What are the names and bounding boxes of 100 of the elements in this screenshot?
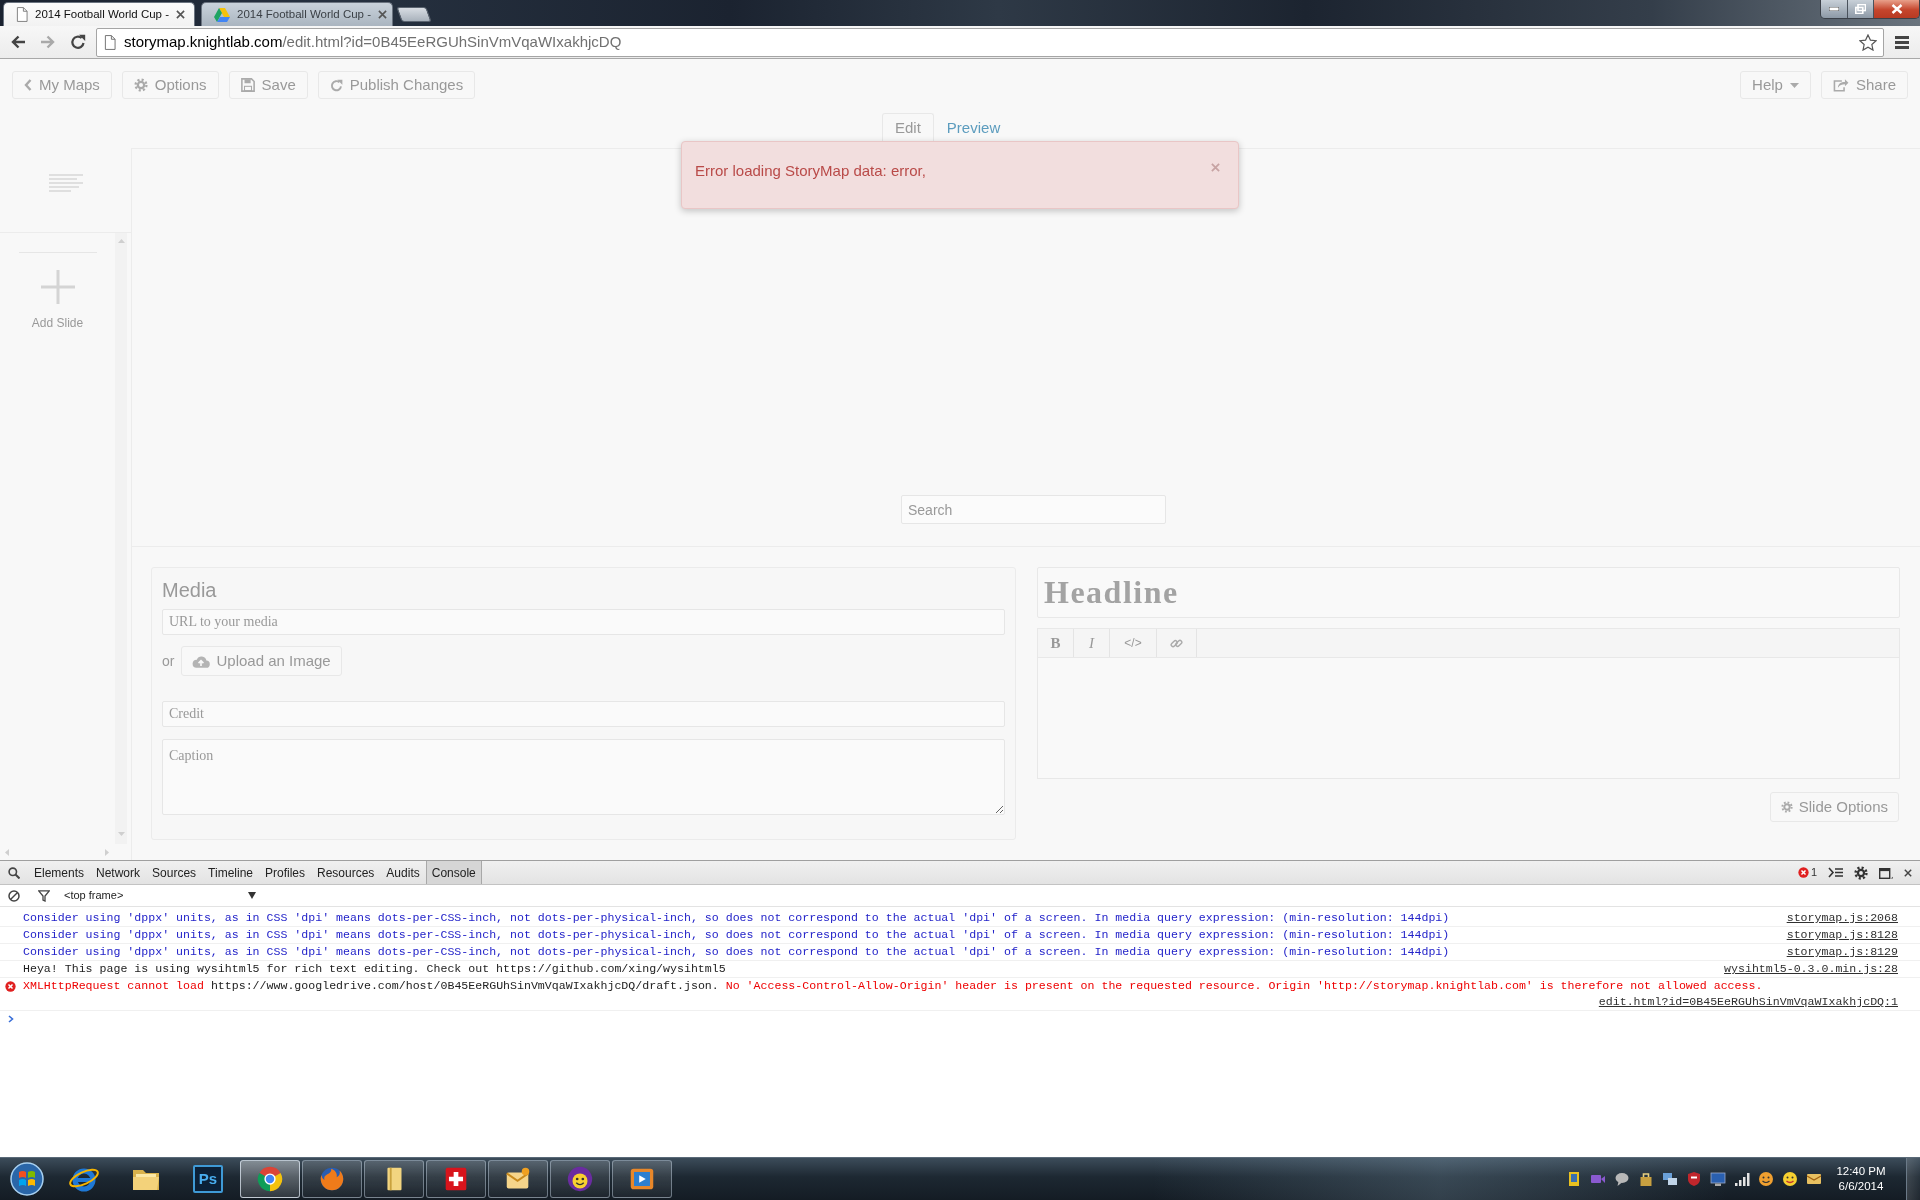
refresh-icon <box>329 78 343 92</box>
taskbar-button[interactable] <box>488 1160 548 1198</box>
no-entry-icon <box>8 889 20 902</box>
console-link[interactable]: https://www.googledrive.com/host/0B45EeRGUhSinVmVqaWIxakhjcDQ/draft.json. <box>210 979 719 992</box>
devtools-tab[interactable]: Timeline <box>202 861 259 884</box>
filter-button[interactable] <box>38 889 50 902</box>
address-bar[interactable]: storymap.knightlab.com/edit.html?id=0B45EeRGUhSinVmVqaWIxakhjcDQ <box>96 27 1884 57</box>
devtools-tab[interactable]: Audits <box>380 861 426 884</box>
bag-icon[interactable] <box>1638 1171 1654 1187</box>
clock-time[interactable]: 12:40 PM <box>1836 1164 1886 1179</box>
source-link[interactable]: wysihtml5-0.3.0.min.js:28 <box>1724 961 1898 977</box>
card-icon[interactable] <box>1806 1171 1822 1187</box>
logo-tile: Ps <box>193 1165 223 1193</box>
shield-icon[interactable] <box>1686 1171 1702 1187</box>
devtools-tab[interactable]: Elements <box>28 861 91 884</box>
console-message: XMLHttpRequest cannot load https://www.googledrive.com/host/0B45EeRGUhSinVmVqaWIxakhjcDQ/draft.json. No 'Access-Control-Allow-Origin' header is present on the requested resource. Origin 'http://storymap.knightlab.com' is therefore not allowed access. <box>23 978 1763 994</box>
computers-icon[interactable] <box>1662 1171 1678 1187</box>
settings-button[interactable] <box>1854 865 1868 880</box>
chevron-left-icon <box>24 79 32 91</box>
reload-icon <box>70 34 86 50</box>
triangle-logo-icon <box>214 7 230 22</box>
cloud-upload-icon <box>192 654 211 668</box>
badge-icon[interactable] <box>1566 1171 1582 1187</box>
new-tab-button[interactable] <box>396 7 432 22</box>
taskbar-button[interactable] <box>426 1160 486 1198</box>
source-link[interactable]: edit.html?id=0B45EeRGUhSinVmVqaWIxakhjcDQ:1 <box>1598 994 1898 1010</box>
minimize-icon <box>1829 7 1839 11</box>
credit-field[interactable]: Credit <box>162 701 1005 727</box>
close-icon[interactable] <box>176 10 186 19</box>
gear-icon <box>1780 801 1793 813</box>
caret-icon <box>248 892 256 899</box>
star-icon[interactable] <box>1859 33 1877 51</box>
close-icon <box>1904 868 1912 877</box>
chat-bubble-icon[interactable] <box>1614 1171 1630 1187</box>
scrollbar[interactable] <box>115 233 127 844</box>
scroll-down-arrow-icon <box>117 832 125 836</box>
search-icon <box>8 866 20 879</box>
devtools-tab[interactable]: Console <box>425 861 482 884</box>
headline-field[interactable]: Headline <box>1037 567 1900 618</box>
minimize-button[interactable] <box>1821 0 1848 18</box>
back-arrow-icon <box>10 34 26 50</box>
taskbar-button[interactable]: Ps <box>178 1160 238 1198</box>
circle-logo-icon <box>255 1164 285 1194</box>
devtools-tab[interactable]: Network <box>90 861 147 884</box>
url-text: storymap.knightlab.com/edit.html?id=0B45EeRGUhSinVmVqaWIxakhjcDQ <box>124 31 623 52</box>
caret-icon <box>1789 82 1799 88</box>
monitor-icon[interactable] <box>1710 1171 1726 1187</box>
dock-button[interactable] <box>1879 866 1893 879</box>
start-orb-icon <box>10 1162 44 1196</box>
close-button[interactable] <box>1904 868 1912 877</box>
error-icon <box>1797 867 1809 878</box>
taskbar-button[interactable] <box>240 1160 300 1198</box>
console-message: Consider using 'dppx' units, as in CSS 'dpi' means dots-per-CSS-inch, not dots-per-physical-inch, so does not correspond to the actual 'dpi' of a screen. In media query expression: (min-resolution: 144dpi) <box>23 927 1450 943</box>
taskbar-button[interactable] <box>612 1160 672 1198</box>
devtools-tab[interactable]: Profiles <box>259 861 311 884</box>
browser-tab[interactable]: 2014 Football World Cup - <box>201 2 393 26</box>
drawer-button[interactable] <box>1828 867 1843 878</box>
plus-icon <box>40 270 75 304</box>
clock-date[interactable]: 6/6/2014 <box>1838 1179 1884 1194</box>
source-link[interactable]: storymap.js:8129 <box>1786 944 1898 960</box>
scroll-up-arrow-icon <box>117 239 125 243</box>
restore-button[interactable] <box>1848 0 1874 18</box>
panel-title: Media <box>162 578 218 603</box>
taskbar-button[interactable] <box>364 1160 424 1198</box>
url-field[interactable]: URL to your media <box>162 609 1005 635</box>
source-link[interactable]: storymap.js:2068 <box>1786 910 1898 926</box>
prompt-icon <box>8 1015 14 1023</box>
dock-icon <box>1879 866 1893 879</box>
page-icon <box>104 34 116 50</box>
devtools-tab[interactable]: Resources <box>311 861 381 884</box>
search-field[interactable]: Search <box>901 495 1166 524</box>
caption-field[interactable]: Caption <box>162 739 1005 815</box>
console-message: Consider using 'dppx' units, as in CSS 'dpi' means dots-per-CSS-inch, not dots-per-physical-inch, so does not correspond to the actual 'dpi' of a screen. In media query expression: (min-resolution: 144dpi) <box>23 944 1450 960</box>
clear-console-button[interactable] <box>8 889 20 902</box>
close-icon[interactable] <box>378 10 388 19</box>
gear-icon <box>133 78 148 92</box>
browser-tab[interactable]: 2014 Football World Cup - <box>3 2 195 26</box>
or-text: or <box>162 651 175 671</box>
share-icon <box>1832 78 1849 92</box>
show-desktop-button[interactable] <box>1906 1158 1920 1200</box>
close-icon <box>1890 4 1903 14</box>
taskbar-button[interactable] <box>550 1160 610 1198</box>
close-icon <box>1211 163 1220 172</box>
close-button[interactable] <box>1874 0 1919 18</box>
restore-icon <box>1855 4 1866 14</box>
prompt-lines-icon <box>1828 867 1843 878</box>
devtools-tab[interactable]: Sources <box>146 861 203 884</box>
context-dropdown[interactable]: <top frame> <box>62 887 258 904</box>
error-count[interactable]: 1 <box>1797 864 1817 881</box>
error-icon <box>5 981 16 992</box>
text-lines-icon <box>48 174 83 194</box>
smiley-icon[interactable] <box>1758 1171 1774 1187</box>
forward-arrow-icon <box>40 34 56 50</box>
filter-icon <box>38 889 50 902</box>
settings-icon <box>1854 865 1868 880</box>
smiley-icon[interactable] <box>1782 1171 1798 1187</box>
console-message: Heya! This page is using wysihtml5 for rich text editing. Check out https://github.com/xing/wysihtml5 <box>23 961 726 977</box>
signal-bars-icon[interactable] <box>1734 1171 1750 1187</box>
source-link[interactable]: storymap.js:8128 <box>1786 927 1898 943</box>
search-button[interactable] <box>8 866 20 879</box>
